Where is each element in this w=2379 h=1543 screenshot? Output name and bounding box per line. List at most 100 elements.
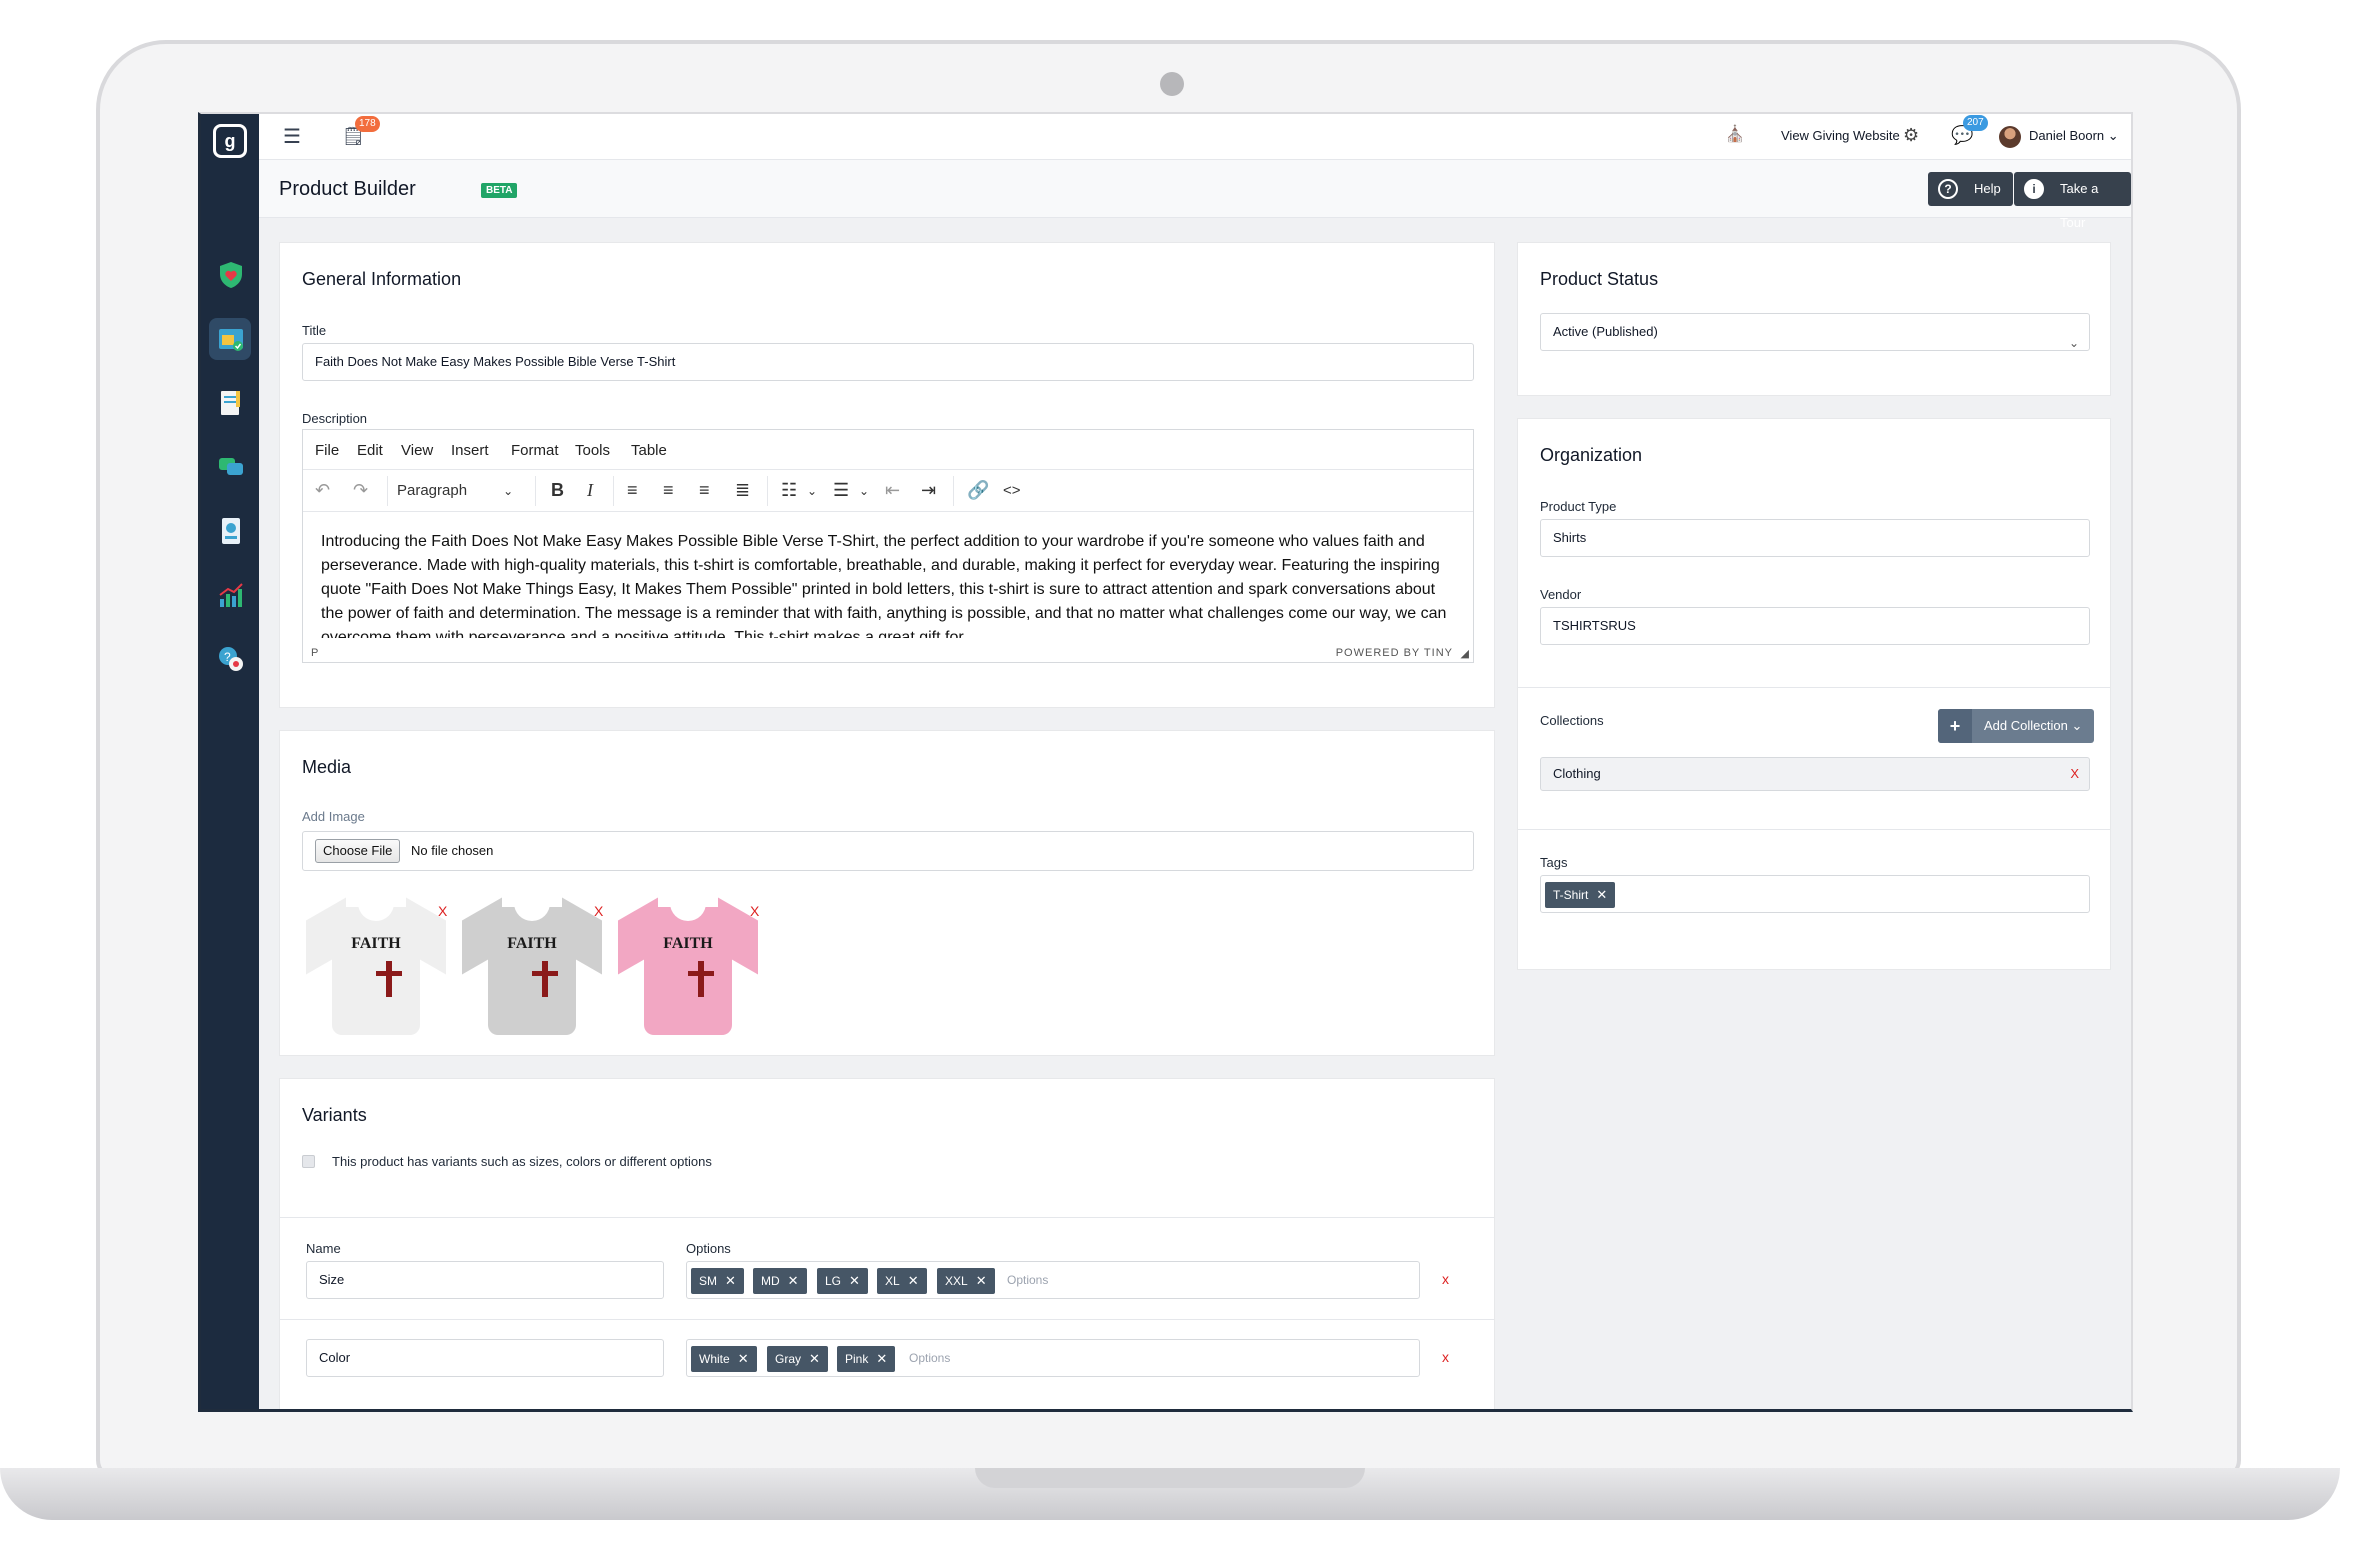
block-format-select[interactable]: Paragraph ⌄ — [397, 482, 513, 499]
vendor-input[interactable]: TSHIRTSRUS — [1540, 607, 2090, 645]
powered-by-tiny[interactable]: POWERED BY TINY — [1336, 647, 1453, 659]
add-collection-button[interactable]: + Add Collection ⌄ — [1938, 709, 2095, 743]
variant-name-input[interactable]: Color — [306, 1339, 664, 1377]
remove-tag-icon[interactable]: ✕ — [849, 1273, 860, 1288]
menu-tools[interactable]: Tools — [575, 442, 610, 459]
variant-options-input[interactable]: White ✕ Gray ✕ Pink ✕ Options — [686, 1339, 1420, 1377]
name-column-header: Name — [306, 1241, 341, 1256]
question-circle-icon: ? — [1938, 179, 1958, 199]
save-button[interactable] — [302, 1411, 470, 1412]
collections-label: Collections — [1540, 713, 1604, 728]
align-justify-icon[interactable]: ≣ — [735, 480, 750, 501]
redo-icon[interactable]: ↷ — [353, 480, 368, 501]
sidebar-item-security[interactable] — [209, 254, 251, 296]
title-input[interactable]: Faith Does Not Make Easy Makes Possible … — [302, 343, 1474, 381]
remove-tag-icon[interactable]: ✕ — [725, 1273, 736, 1288]
tag-chip-label: T-Shirt — [1553, 888, 1589, 902]
remove-tag-icon[interactable]: ✕ — [1596, 887, 1607, 902]
plus-icon: + — [1938, 709, 1972, 743]
option-tag: MD ✕ — [753, 1268, 807, 1294]
remove-tag-icon[interactable]: ✕ — [876, 1351, 887, 1366]
tags-label: Tags — [1540, 855, 1568, 870]
file-input[interactable]: Choose File No file chosen — [302, 831, 1474, 871]
numbered-list-icon[interactable]: ☰ — [833, 480, 849, 501]
menu-format[interactable]: Format — [511, 442, 559, 459]
menu-table[interactable]: Table — [631, 442, 667, 459]
italic-icon[interactable]: I — [587, 480, 593, 501]
general-information-card: General Information Title Faith Does Not… — [279, 242, 1495, 708]
product-image[interactable]: FAITH — [618, 897, 758, 1036]
undo-icon[interactable]: ↶ — [315, 480, 330, 501]
sidebar-item-reports[interactable] — [209, 574, 251, 616]
vendor-label: Vendor — [1540, 587, 1582, 602]
product-image[interactable]: FAITH — [306, 897, 446, 1036]
cross-graphic — [532, 971, 558, 976]
option-tag-label: SM — [699, 1274, 717, 1288]
take-a-tour-button[interactable]: i Take a Tour — [2014, 172, 2131, 230]
settings-gear-icon[interactable]: ⚙ — [1903, 125, 1919, 146]
tags-input[interactable]: T-Shirt ✕ — [1540, 875, 2090, 913]
remove-variant-button[interactable]: x — [1442, 1349, 1449, 1365]
remove-image-button[interactable]: X — [594, 903, 603, 919]
align-left-icon[interactable]: ≡ — [627, 480, 638, 501]
help-chat-icon: ? — [219, 647, 243, 671]
remove-image-button[interactable]: X — [750, 903, 759, 919]
chevron-down-icon[interactable]: ⌄ — [807, 484, 817, 498]
remove-collection-button[interactable]: X — [2070, 758, 2079, 790]
user-menu[interactable]: Daniel Boorn ⌄ — [2029, 128, 2119, 144]
menu-insert[interactable]: Insert — [451, 442, 489, 459]
bold-icon[interactable]: B — [551, 480, 564, 501]
sidebar-item-messaging[interactable] — [209, 446, 251, 488]
sidebar-item-commerce[interactable] — [209, 318, 251, 360]
product-image[interactable]: FAITH — [462, 897, 602, 1036]
view-giving-website-link[interactable]: View Giving Website — [1781, 128, 1900, 143]
align-center-icon[interactable]: ≡ — [663, 480, 674, 501]
remove-tag-icon[interactable]: ✕ — [976, 1273, 987, 1288]
chat-bubbles-icon — [219, 458, 243, 475]
product-status-select[interactable]: Active (Published) ⌄ — [1540, 313, 2090, 351]
remove-tag-icon[interactable]: ✕ — [738, 1351, 749, 1366]
chevron-down-icon: ⌄ — [2068, 336, 2079, 350]
option-tag-label: White — [699, 1352, 730, 1366]
menu-edit[interactable]: Edit — [357, 442, 383, 459]
option-tag: XL ✕ — [877, 1268, 927, 1294]
sidebar-item-people[interactable] — [209, 510, 251, 552]
avatar[interactable] — [1999, 126, 2021, 148]
choose-file-button[interactable]: Choose File — [315, 839, 401, 863]
general-information-heading: General Information — [302, 269, 462, 289]
resize-handle-icon[interactable]: ◢ — [1461, 647, 1469, 660]
menu-view[interactable]: View — [401, 442, 433, 459]
help-button[interactable]: ? Help — [1928, 172, 2013, 206]
editor-content[interactable]: Introducing the Faith Does Not Make Easy… — [321, 530, 1457, 638]
sidebar-item-support[interactable]: ? — [209, 638, 251, 680]
indent-icon[interactable]: ⇥ — [921, 480, 936, 501]
editor-statusbar: P POWERED BY TINY ◢ — [303, 646, 1473, 662]
has-variants-checkbox[interactable] — [302, 1155, 315, 1168]
link-icon[interactable]: 🔗 — [967, 480, 989, 501]
variants-heading: Variants — [302, 1105, 367, 1125]
product-type-input[interactable]: Shirts — [1540, 519, 2090, 557]
remove-tag-icon[interactable]: ✕ — [809, 1351, 820, 1366]
menu-file[interactable]: File — [315, 442, 339, 459]
option-tag-label: XXL — [945, 1274, 968, 1288]
storefront-icon — [219, 329, 243, 351]
bullet-list-icon[interactable]: ☷ — [781, 480, 797, 501]
app-logo-icon[interactable]: g — [213, 124, 247, 158]
outdent-icon[interactable]: ⇤ — [885, 480, 900, 501]
sidebar-item-forms[interactable] — [209, 382, 251, 424]
remove-variant-button[interactable]: x — [1442, 1271, 1449, 1287]
notification-badge: 178 — [355, 116, 380, 132]
remove-image-button[interactable]: X — [438, 903, 447, 919]
hamburger-menu-icon[interactable]: ☰ — [283, 124, 301, 149]
media-heading: Media — [302, 757, 352, 777]
code-icon[interactable]: <> — [1003, 482, 1021, 499]
giving-website-icon[interactable]: ⛪ — [1725, 124, 1745, 144]
product-type-label: Product Type — [1540, 499, 1617, 514]
variant-options-input[interactable]: SM ✕ MD ✕ LG ✕ XL ✕ XXL ✕ Options — [686, 1261, 1420, 1299]
remove-tag-icon[interactable]: ✕ — [908, 1273, 919, 1288]
page-title: Product Builder — [279, 178, 416, 200]
variant-name-input[interactable]: Size — [306, 1261, 664, 1299]
align-right-icon[interactable]: ≡ — [699, 480, 710, 501]
chevron-down-icon[interactable]: ⌄ — [859, 484, 869, 498]
remove-tag-icon[interactable]: ✕ — [788, 1273, 799, 1288]
